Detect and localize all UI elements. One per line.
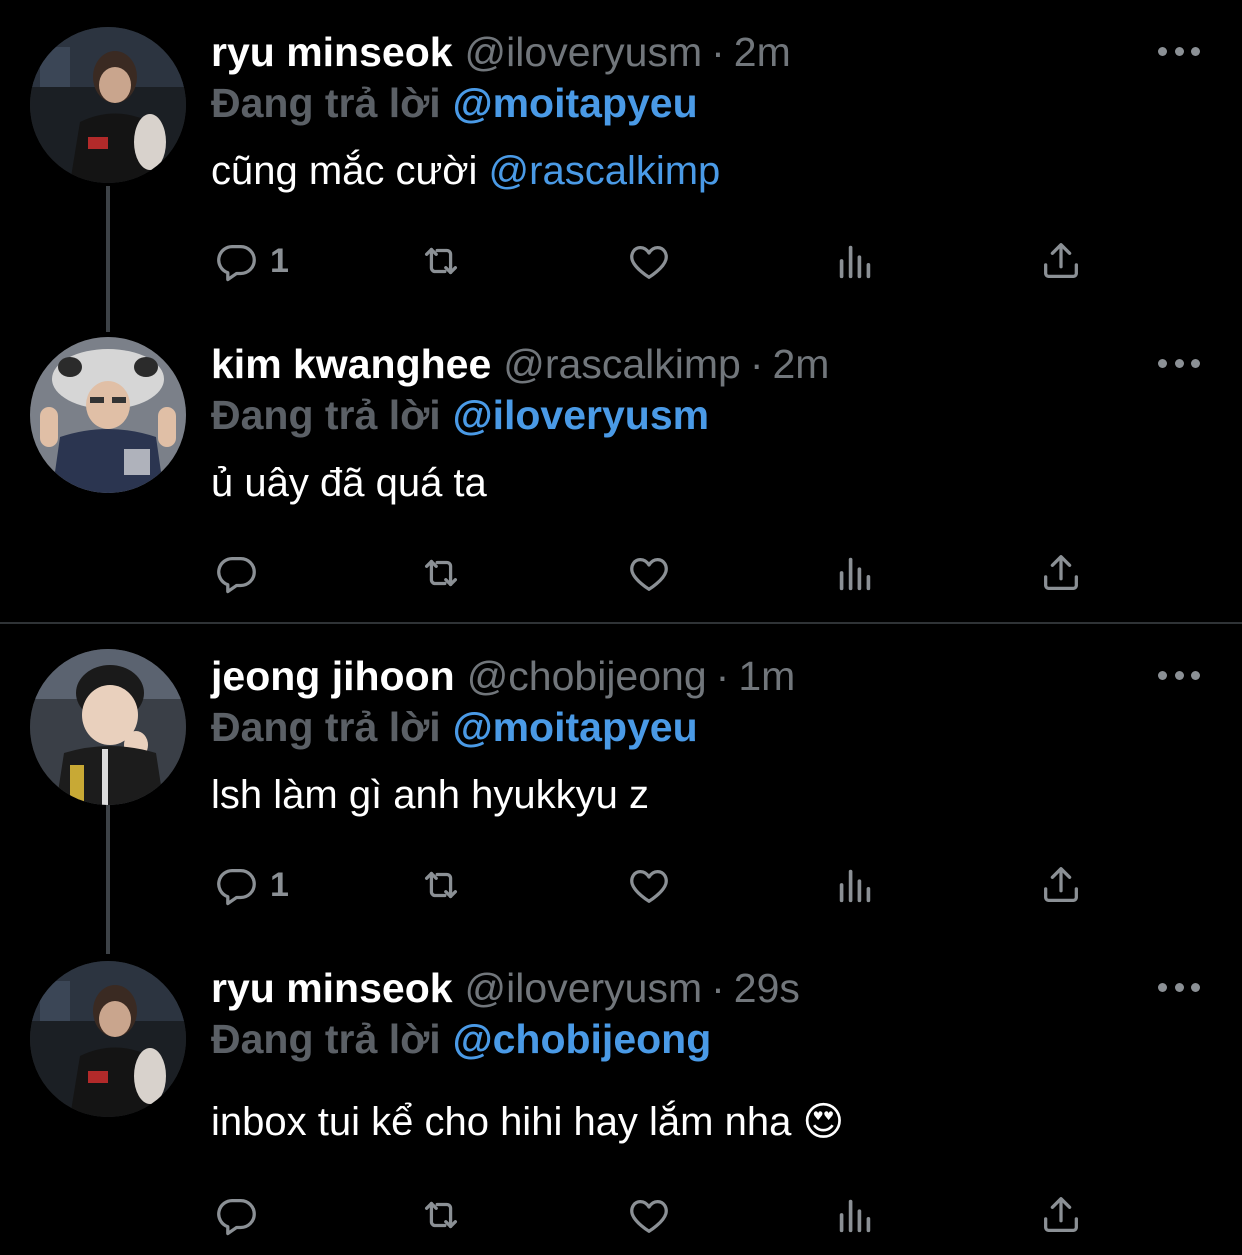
tweet[interactable]: ryu minseok @iloveryusm · 2m Đang trả lờ… [0,0,1242,310]
replying-to: Đang trả lời @iloveryusm [211,392,709,439]
retweet-button[interactable] [418,236,464,286]
more-icon[interactable] [1158,353,1200,373]
like-icon [626,862,672,908]
username[interactable]: @iloveryusm [465,29,703,76]
display-name[interactable]: kim kwanghee [211,341,491,388]
separator: · [749,340,764,387]
timestamp[interactable]: 29s [734,965,800,1012]
action-bar: 1 [0,860,1242,910]
action-bar: 1 [0,236,1242,286]
views-icon [832,550,878,596]
retweet-button[interactable] [418,860,464,910]
replying-label: Đang trả lời [211,80,441,126]
replying-to: Đang trả lời @moitapyeu [211,80,698,127]
tweet[interactable]: ryu minseok @iloveryusm · 29s Đang trả l… [0,936,1242,1255]
tweet-header: ryu minseok @iloveryusm · 29s [211,960,800,1016]
more-icon[interactable] [1158,977,1200,997]
views-button[interactable] [832,860,878,910]
tweet[interactable]: kim kwanghee @rascalkimp · 2m Đang trả l… [0,312,1242,620]
reply-icon [214,238,260,284]
text-mention[interactable]: @rascalkimp [489,149,721,193]
timestamp[interactable]: 2m [773,341,830,388]
action-bar [0,548,1242,598]
views-icon [832,862,878,908]
like-button[interactable] [626,860,672,910]
separator: · [711,28,725,75]
views-icon [832,1192,878,1238]
avatar[interactable] [30,961,186,1117]
reply-icon [214,862,260,908]
replying-mention[interactable]: @iloveryusm [453,392,709,438]
replying-mention[interactable]: @moitapyeu [453,80,698,126]
retweet-icon [418,1192,464,1238]
replying-label: Đang trả lời [211,392,441,438]
display-name[interactable]: jeong jihoon [211,653,455,700]
reply-count: 1 [270,865,289,904]
avatar[interactable] [30,27,186,183]
username[interactable]: @chobijeong [467,653,707,700]
replying-to: Đang trả lời @moitapyeu [211,704,698,751]
replying-mention[interactable]: @chobijeong [453,1016,712,1062]
replying-label: Đang trả lời [211,1016,441,1062]
share-icon [1038,238,1084,284]
retweet-button[interactable] [418,548,464,598]
replying-label: Đang trả lời [211,704,441,750]
reply-icon [214,1192,260,1238]
action-bar [0,1190,1242,1240]
tweet-text-body: ủ uây đã quá ta [211,461,487,505]
share-icon [1038,550,1084,596]
share-icon [1038,862,1084,908]
tweet-text: lsh làm gì anh hyukkyu z [211,773,649,818]
avatar[interactable] [30,649,186,805]
avatar[interactable] [30,337,186,493]
views-button[interactable] [832,1190,878,1240]
share-button[interactable] [1038,236,1084,286]
reply-button[interactable] [214,548,260,598]
more-icon[interactable] [1158,41,1200,61]
views-button[interactable] [832,236,878,286]
reply-button[interactable] [214,1190,260,1240]
display-name[interactable]: ryu minseok [211,29,453,76]
username[interactable]: @rascalkimp [503,341,741,388]
replying-to: Đang trả lời @chobijeong [211,1016,711,1063]
like-button[interactable] [626,548,672,598]
reply-button[interactable]: 1 [214,860,289,910]
tweet-text: cũng mắc cười @rascalkimp [211,149,720,194]
timestamp[interactable]: 2m [734,29,791,76]
tweet-text: ủ uây đã quá ta [211,461,487,506]
share-icon [1038,1192,1084,1238]
reply-count: 1 [270,241,289,280]
tweet-text: inbox tui kể cho hihi hay lắm nha 😍 [211,1099,844,1145]
retweet-icon [418,238,464,284]
display-name[interactable]: ryu minseok [211,965,453,1012]
tweet-header: jeong jihoon @chobijeong · 1m [211,648,795,704]
timestamp[interactable]: 1m [738,653,795,700]
like-icon [626,550,672,596]
username[interactable]: @iloveryusm [465,965,703,1012]
replying-mention[interactable]: @moitapyeu [453,704,698,750]
separator: · [711,964,725,1011]
tweet-header: ryu minseok @iloveryusm · 2m [211,24,791,80]
tweet-text-body: cũng mắc cười [211,149,489,193]
retweet-icon [418,862,464,908]
share-button[interactable] [1038,860,1084,910]
tweet[interactable]: jeong jihoon @chobijeong · 1m Đang trả l… [0,624,1242,934]
like-button[interactable] [626,236,672,286]
tweet-text-body: inbox tui kể cho hihi hay lắm nha 😍 [211,1100,845,1144]
separator: · [715,652,730,699]
share-button[interactable] [1038,1190,1084,1240]
views-icon [832,238,878,284]
reply-icon [214,550,260,596]
like-button[interactable] [626,1190,672,1240]
like-icon [626,1192,672,1238]
reply-button[interactable]: 1 [214,236,289,286]
tweet-header: kim kwanghee @rascalkimp · 2m [211,336,829,392]
share-button[interactable] [1038,548,1084,598]
tweet-text-body: lsh làm gì anh hyukkyu z [211,773,649,817]
retweet-button[interactable] [418,1190,464,1240]
views-button[interactable] [832,548,878,598]
retweet-icon [418,550,464,596]
like-icon [626,238,672,284]
more-icon[interactable] [1158,665,1200,685]
